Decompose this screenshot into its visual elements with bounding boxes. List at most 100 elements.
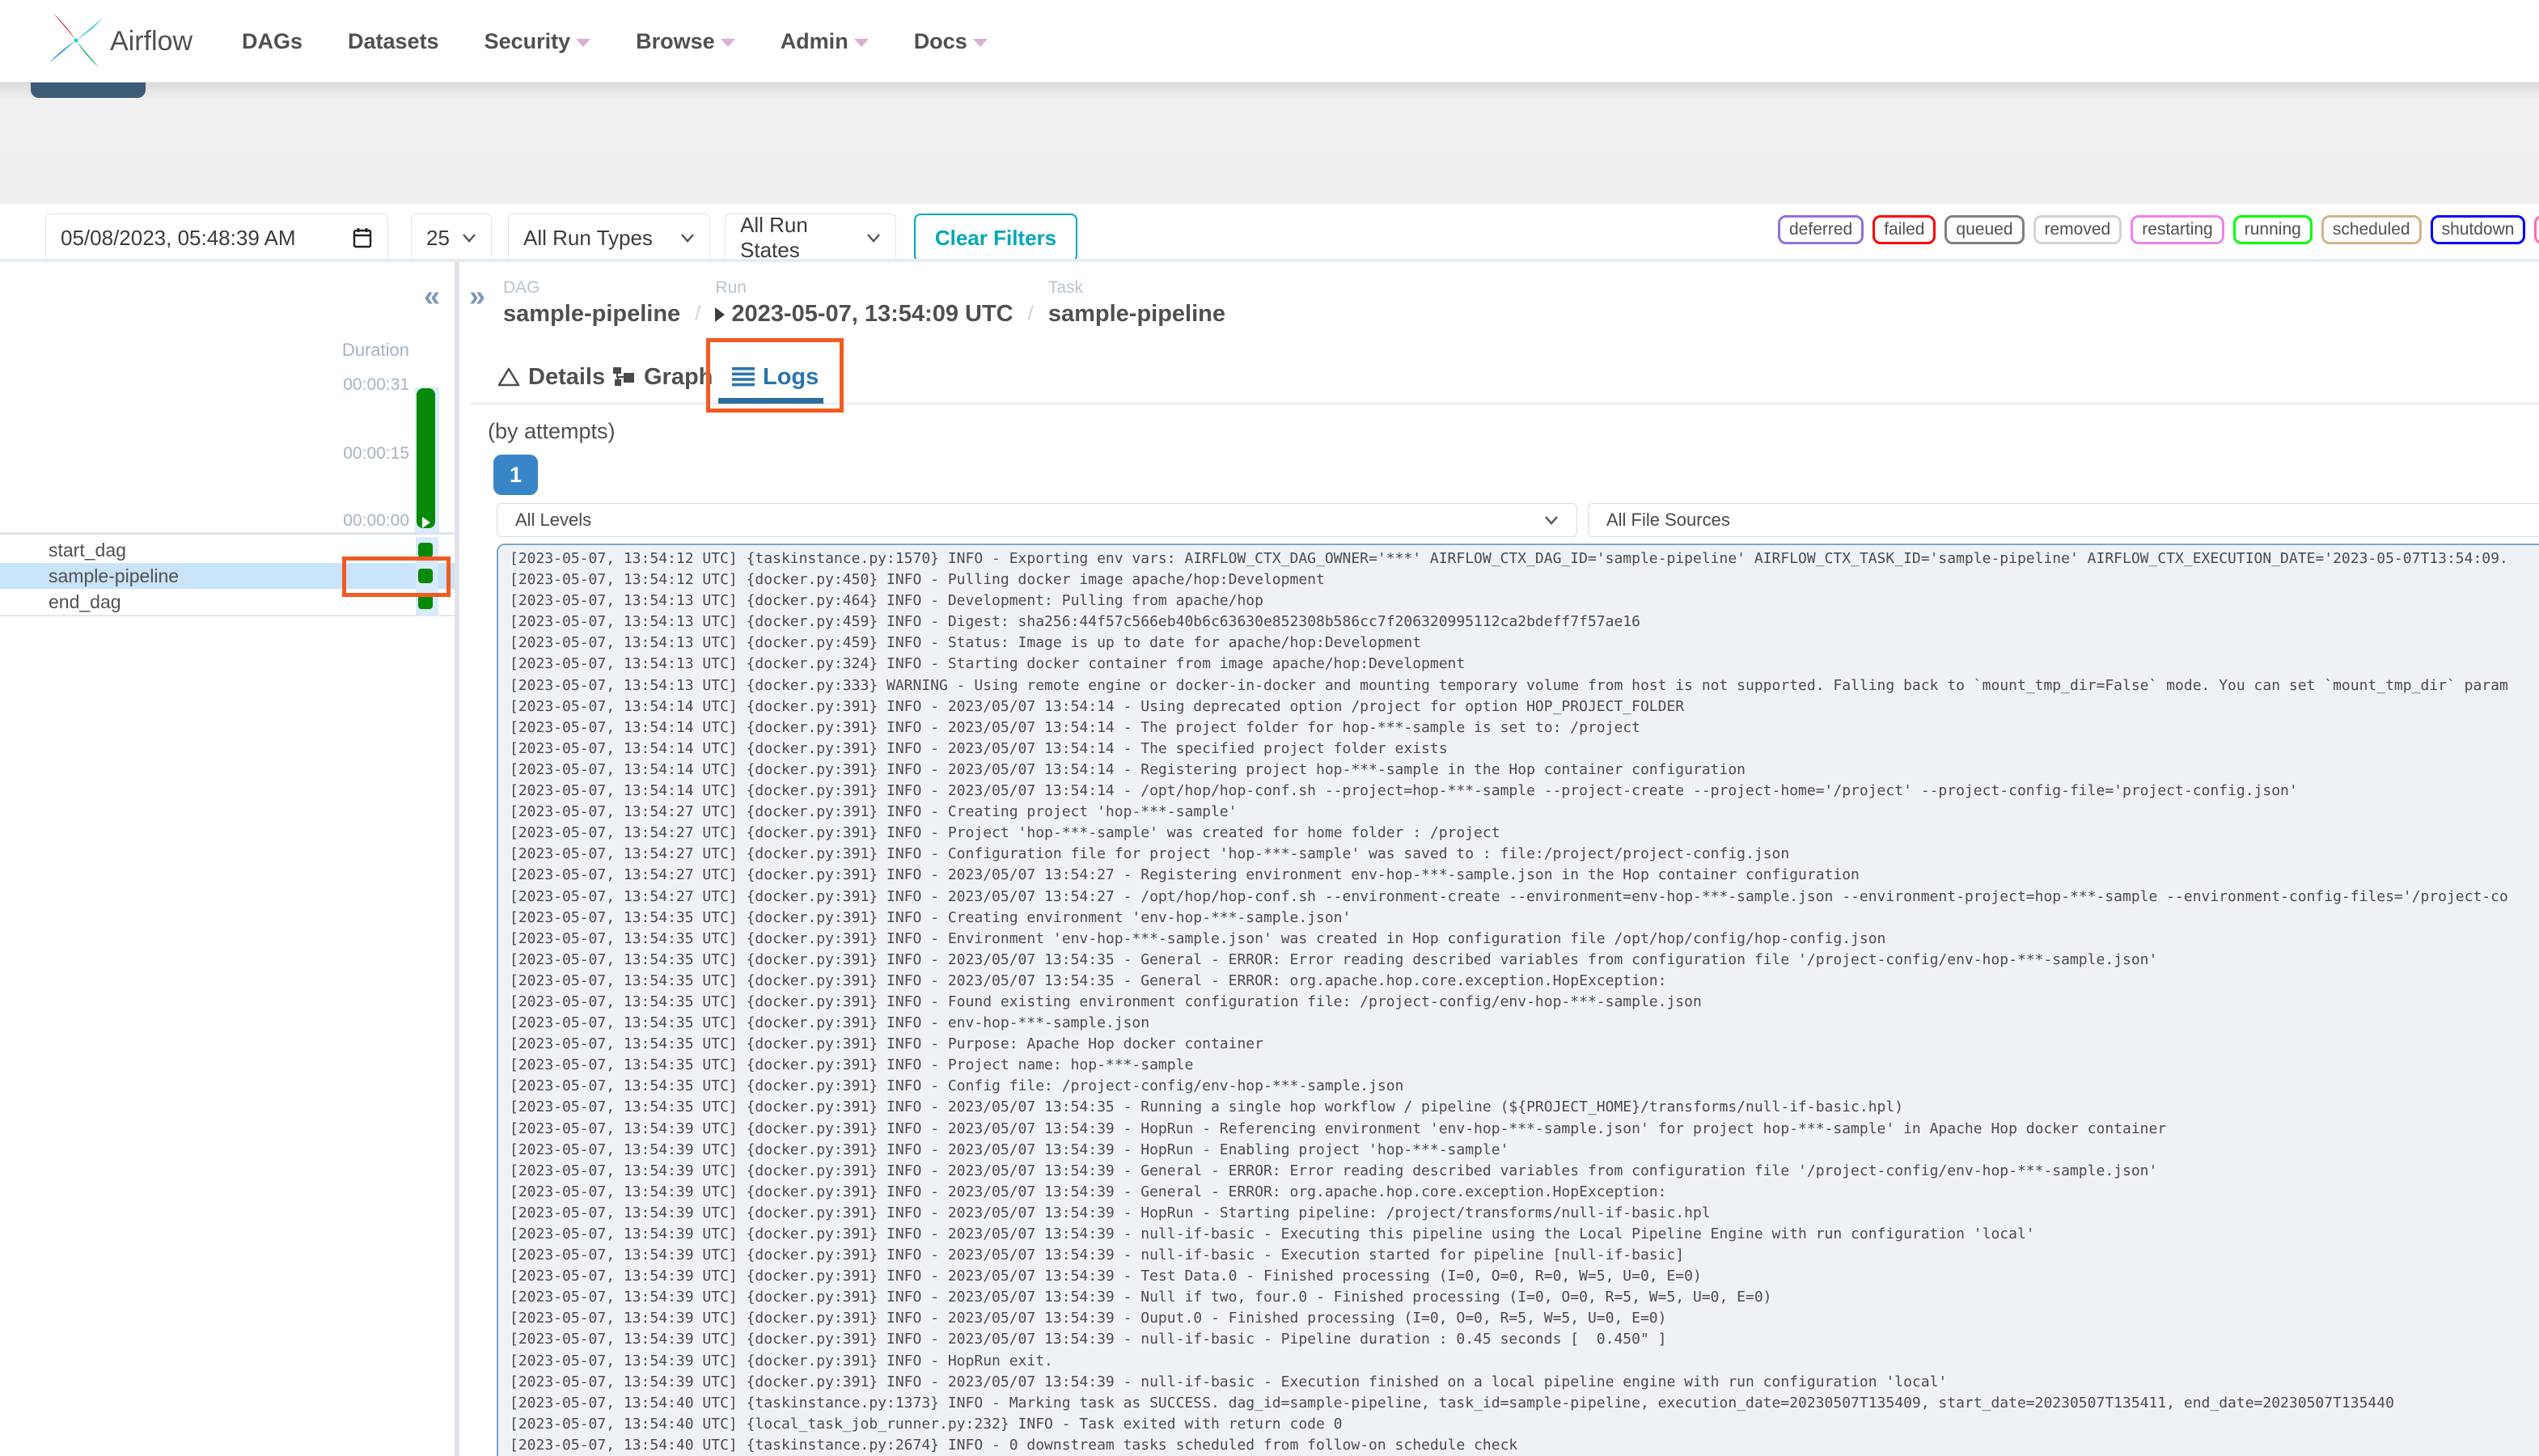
- log-line: [2023-05-07, 13:54:27 UTC] {docker.py:39…: [510, 803, 1238, 821]
- run-states-select[interactable]: All Run States: [725, 213, 896, 262]
- nav-item-dags[interactable]: DAGs: [242, 29, 303, 54]
- dag-value[interactable]: sample-pipeline: [503, 301, 680, 328]
- log-line: [2023-05-07, 13:54:39 UTC] {docker.py:39…: [510, 1225, 2035, 1242]
- breadcrumb-dag[interactable]: DAG sample-pipeline: [503, 278, 680, 328]
- breadcrumb: DAG sample-pipeline / Run 2023-05-07, 13…: [503, 278, 1225, 328]
- brand-title: Airflow: [110, 26, 193, 57]
- expand-panel-button[interactable]: »: [469, 281, 485, 311]
- state-badge-skipped[interactable]: skipped: [2534, 215, 2539, 244]
- dag-label: DAG: [503, 278, 540, 297]
- run-marker-icon: [422, 517, 430, 528]
- log-line: [2023-05-07, 13:54:39 UTC] {docker.py:39…: [510, 1162, 2158, 1179]
- log-line: [2023-05-07, 13:54:27 UTC] {docker.py:39…: [510, 866, 1860, 884]
- filter-bar: 05/08/2023, 05:48:39 AM 25 All Run Types…: [0, 83, 2539, 262]
- chevron-down-icon: [463, 234, 476, 243]
- log-line: [2023-05-07, 13:54:39 UTC] {docker.py:39…: [510, 1246, 1685, 1264]
- nav-item-security[interactable]: Security: [485, 29, 591, 54]
- chart-baseline: [0, 532, 458, 535]
- log-line: [2023-05-07, 13:54:39 UTC] {docker.py:39…: [510, 1141, 1509, 1158]
- run-types-value: All Run Types: [523, 225, 653, 250]
- collapse-panel-button[interactable]: «: [424, 281, 440, 311]
- state-badge-restarting[interactable]: restarting: [2131, 215, 2224, 244]
- run-label: Run: [715, 278, 747, 297]
- log-line: [2023-05-07, 13:54:40 UTC] {taskinstance…: [510, 1436, 1518, 1454]
- duration-axis-label: Duration: [341, 340, 409, 360]
- log-line: [2023-05-07, 13:54:40 UTC] {taskinstance…: [510, 1394, 2394, 1412]
- log-line: [2023-05-07, 13:54:14 UTC] {docker.py:39…: [510, 739, 1448, 757]
- file-source-value: All File Sources: [1606, 510, 1730, 530]
- log-line: [2023-05-07, 13:54:39 UTC] {docker.py:39…: [510, 1289, 1772, 1306]
- log-line: [2023-05-07, 13:54:35 UTC] {docker.py:39…: [510, 1056, 1194, 1074]
- log-line: [2023-05-07, 13:54:13 UTC] {docker.py:46…: [510, 592, 1263, 610]
- log-line: [2023-05-07, 13:54:27 UTC] {docker.py:39…: [510, 887, 2508, 905]
- graph-icon: [613, 367, 634, 386]
- log-line: [2023-05-07, 13:54:39 UTC] {docker.py:39…: [510, 1204, 1711, 1221]
- nav-item-datasets[interactable]: Datasets: [348, 29, 439, 54]
- log-line: [2023-05-07, 13:54:27 UTC] {docker.py:39…: [510, 845, 1790, 863]
- duration-tick: 00:00:31: [343, 375, 409, 394]
- base-date-input[interactable]: 05/08/2023, 05:48:39 AM: [45, 214, 388, 262]
- log-line: [2023-05-07, 13:54:35 UTC] {docker.py:39…: [510, 1014, 1150, 1032]
- attempts-label: (by attempts): [488, 419, 616, 443]
- annotation-rect-task-status: [342, 557, 451, 597]
- log-line: [2023-05-07, 13:54:35 UTC] {docker.py:39…: [510, 971, 1667, 989]
- top-navbar: Airflow DAGs Datasets Security Browse Admin D…: [0, 0, 2539, 83]
- log-line: [2023-05-07, 13:54:35 UTC] {docker.py:39…: [510, 908, 1352, 926]
- log-line: [2023-05-07, 13:54:13 UTC] {docker.py:45…: [510, 634, 1422, 652]
- nav-item-admin[interactable]: Admin: [781, 29, 869, 54]
- duration-tick: 00:00:15: [343, 444, 409, 463]
- breadcrumb-task[interactable]: Task sample-pipeline: [1048, 278, 1225, 328]
- airflow-logo-icon[interactable]: [49, 13, 104, 68]
- state-badge-scheduled[interactable]: scheduled: [2321, 215, 2422, 244]
- state-badge-queued[interactable]: queued: [1944, 215, 2025, 244]
- log-level-select[interactable]: All Levels: [497, 503, 1577, 537]
- run-type-icon: [715, 307, 726, 322]
- caret-down-icon: [720, 39, 735, 47]
- chevron-down-icon: [1545, 516, 1558, 525]
- caret-down-icon: [576, 39, 591, 47]
- log-line: [2023-05-07, 13:54:27 UTC] {docker.py:39…: [510, 824, 1500, 842]
- log-line: [2023-05-07, 13:54:35 UTC] {docker.py:39…: [510, 1098, 1904, 1116]
- tab-graph[interactable]: Graph: [613, 359, 713, 395]
- active-view-tab[interactable]: [31, 83, 146, 98]
- log-line: [2023-05-07, 13:54:39 UTC] {docker.py:39…: [510, 1183, 1667, 1200]
- state-badge-removed[interactable]: removed: [2033, 215, 2122, 244]
- duration-tick: 00:00:00: [343, 511, 409, 530]
- page-size-select[interactable]: 25: [411, 214, 492, 262]
- state-badge-deferred[interactable]: deferred: [1778, 215, 1864, 244]
- nav-item-docs[interactable]: Docs: [914, 29, 988, 54]
- breadcrumb-run[interactable]: Run 2023-05-07, 13:54:09 UTC: [715, 278, 1013, 328]
- caret-down-icon: [853, 39, 869, 47]
- log-line: [2023-05-07, 13:54:13 UTC] {docker.py:45…: [510, 613, 1640, 631]
- task-log-output[interactable]: [2023-05-07, 13:54:12 UTC] {taskinstance…: [497, 544, 2539, 1456]
- tab-details-label: Details: [528, 363, 606, 390]
- log-line: [2023-05-07, 13:54:12 UTC] {taskinstance…: [510, 550, 2508, 567]
- nav-item-browse[interactable]: Browse: [636, 29, 735, 54]
- state-badge-shutdown[interactable]: shutdown: [2430, 215, 2526, 244]
- calendar-icon[interactable]: [352, 226, 373, 249]
- log-line: [2023-05-07, 13:54:13 UTC] {docker.py:32…: [510, 655, 1466, 673]
- log-line: [2023-05-07, 13:54:35 UTC] {docker.py:39…: [510, 950, 2158, 968]
- details-icon: [497, 367, 520, 387]
- clear-filters-button[interactable]: Clear Filters: [914, 214, 1077, 262]
- log-line: [2023-05-07, 13:54:39 UTC] {docker.py:39…: [510, 1352, 1053, 1369]
- attempt-1-button[interactable]: 1: [493, 455, 538, 495]
- panel-divider[interactable]: [455, 262, 459, 1456]
- run-types-select[interactable]: All Run Types: [508, 214, 710, 262]
- task-label: Task: [1047, 278, 1084, 297]
- task-status-square-start_dag[interactable]: [418, 543, 433, 557]
- duration-bar[interactable]: [417, 388, 435, 528]
- run-value[interactable]: 2023-05-07, 13:54:09 UTC: [715, 301, 1013, 328]
- chevron-down-icon: [681, 234, 694, 243]
- log-line: [2023-05-07, 13:54:39 UTC] {docker.py:39…: [510, 1310, 1667, 1327]
- task-list-divider: [0, 615, 458, 616]
- breadcrumb-separator: /: [695, 301, 701, 325]
- task-value[interactable]: sample-pipeline: [1048, 301, 1225, 328]
- log-line: [2023-05-07, 13:54:14 UTC] {docker.py:39…: [510, 697, 1685, 715]
- tab-details[interactable]: Details: [497, 359, 605, 395]
- log-line: [2023-05-07, 13:54:39 UTC] {docker.py:39…: [510, 1268, 1702, 1285]
- state-badge-running[interactable]: running: [2232, 215, 2313, 244]
- log-line: [2023-05-07, 13:54:39 UTC] {docker.py:39…: [510, 1120, 2167, 1137]
- state-badge-failed[interactable]: failed: [1873, 215, 1936, 244]
- file-source-select[interactable]: All File Sources: [1588, 503, 2539, 537]
